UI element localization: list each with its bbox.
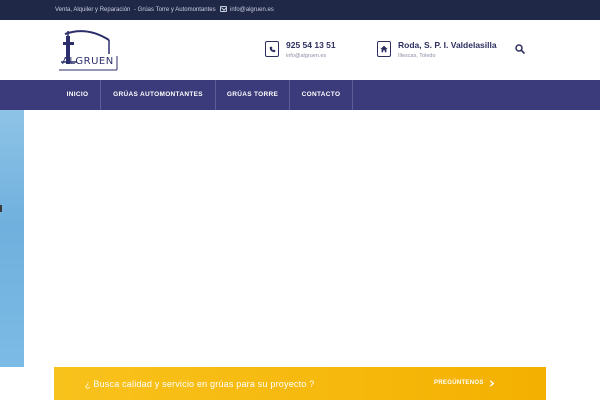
nav-item-gruas-torre[interactable]: GRÚAS TORRE xyxy=(216,80,289,110)
topbar-types-text: - Grúas Torre y Automontantes xyxy=(134,7,216,13)
slider-handle[interactable] xyxy=(0,205,2,212)
cta-banner: ¿ Busca calidad y servicio en grúas para… xyxy=(54,367,546,400)
mail-icon xyxy=(220,6,227,12)
topbar-email-link[interactable]: info@algruen.es xyxy=(230,7,274,13)
main-nav: INICIO GRÚAS AUTOMONTANTES GRÚAS TORRE C… xyxy=(0,80,600,110)
phone-email[interactable]: info@algruen.es xyxy=(286,53,326,59)
phone-icon-box xyxy=(265,41,279,57)
home-icon xyxy=(380,45,388,53)
phone-icon xyxy=(269,46,275,52)
search-icon xyxy=(515,44,525,54)
search-button[interactable] xyxy=(514,42,526,54)
address-title: Roda, S. P. I. Valdelasilla xyxy=(398,40,497,50)
topbar-services-text: Venta, Alquiler y Reparación xyxy=(55,7,131,13)
chevron-right-icon[interactable] xyxy=(489,380,495,387)
address-subtitle: Illescas, Toledo xyxy=(398,53,436,59)
nav-item-contacto[interactable]: CONTACTO xyxy=(290,80,352,110)
nav-divider xyxy=(352,80,353,110)
top-bar: Venta, Alquiler y Reparación - Grúas Tor… xyxy=(0,0,600,20)
logo[interactable]: ALGRUEN xyxy=(57,28,119,72)
hero-slider xyxy=(24,110,600,367)
logo-text: ALGRUEN xyxy=(62,56,114,67)
header: ALGRUEN 925 54 13 51 info@algruen.es Rod… xyxy=(0,20,600,80)
nav-item-inicio[interactable]: INICIO xyxy=(55,80,100,110)
phone-number[interactable]: 925 54 13 51 xyxy=(286,40,336,50)
cta-text: ¿ Busca calidad y servicio en grúas para… xyxy=(85,379,315,389)
cta-button[interactable]: PREGÚNTENOS xyxy=(434,380,484,386)
nav-item-gruas-automontantes[interactable]: GRÚAS AUTOMONTANTES xyxy=(101,80,215,110)
home-icon-box xyxy=(377,41,391,57)
hero-image-edge xyxy=(0,110,24,367)
